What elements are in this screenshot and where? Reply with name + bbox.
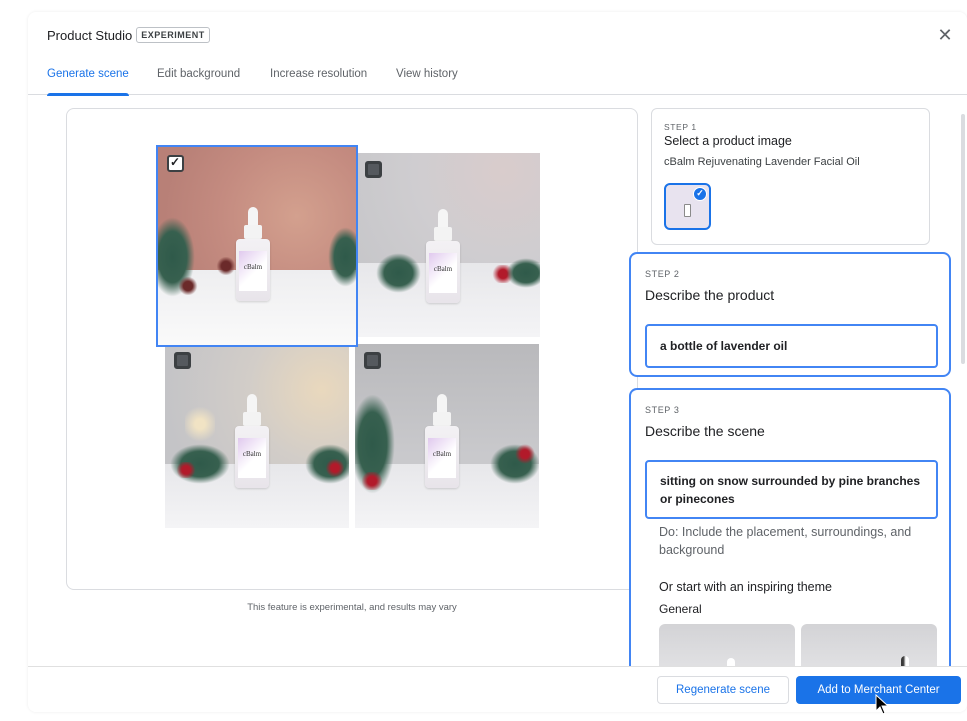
experiment-badge: EXPERIMENT: [136, 27, 210, 43]
scene-hint: Do: Include the placement, surroundings,…: [659, 525, 912, 557]
product-bottle: cBalm: [426, 241, 460, 303]
product-bottle: cBalm: [235, 426, 269, 488]
step-1-title: Select a product image: [664, 134, 792, 148]
red-ribbon: [175, 462, 197, 478]
step-1-number: STEP 1: [664, 122, 697, 132]
pinecone: [216, 257, 236, 275]
pinecone: [178, 277, 198, 295]
step-2-title: Describe the product: [645, 287, 775, 303]
bottle-neck: [434, 227, 452, 241]
scene-image-3[interactable]: cBalm: [165, 344, 349, 528]
dialog-title: Product Studio: [47, 27, 133, 43]
bottle-cap: [247, 394, 257, 414]
step-3-card: STEP 3 Describe the scene sitting on sno…: [629, 388, 951, 688]
bottle-cap: [437, 394, 447, 414]
regenerate-scene-button[interactable]: Regenerate scene: [657, 676, 789, 704]
select-checkbox-3[interactable]: [174, 352, 191, 369]
step-2-card: STEP 2 Describe the product a bottle of …: [629, 252, 951, 377]
product-description-input[interactable]: a bottle of lavender oil: [645, 324, 938, 368]
pine-tree: [328, 227, 356, 287]
scene-image-4[interactable]: cBalm: [355, 344, 539, 528]
close-icon[interactable]: ✕: [936, 26, 954, 44]
preview-panel: cBalm cBalm: [66, 108, 638, 590]
step-2-number: STEP 2: [645, 269, 680, 279]
step-3-number: STEP 3: [645, 405, 680, 415]
tab-increase-resolution[interactable]: Increase resolution: [270, 68, 367, 95]
product-bottle: cBalm: [425, 426, 459, 488]
product-thumbnail[interactable]: ✓: [664, 183, 711, 230]
select-checkbox-1[interactable]: [167, 155, 184, 172]
candle-light: [185, 404, 215, 444]
tab-generate-scene[interactable]: Generate scene: [47, 68, 129, 96]
bottle-cap: [438, 209, 448, 229]
scene-image-2[interactable]: cBalm: [356, 153, 540, 337]
pine-branch: [506, 258, 540, 288]
red-berries: [360, 472, 384, 490]
red-ribbon: [325, 459, 345, 477]
tab-view-history[interactable]: View history: [396, 68, 458, 95]
bottle-label: cBalm: [238, 438, 266, 478]
dialog-footer: Regenerate scene Add to Merchant Center: [28, 666, 967, 712]
scene-description-input[interactable]: sitting on snow surrounded by pine branc…: [645, 460, 938, 519]
bottle-neck: [243, 412, 261, 426]
bottle-label: cBalm: [429, 253, 457, 293]
bottle-label: cBalm: [239, 251, 267, 291]
step-1-card: STEP 1 Select a product image cBalm Reju…: [651, 108, 930, 245]
side-panel-scrollbar[interactable]: [961, 114, 965, 364]
bottle-icon: [684, 204, 691, 217]
experimental-disclaimer: This feature is experimental, and result…: [247, 602, 457, 613]
dialog-header: Product Studio EXPERIMENT: [47, 27, 210, 43]
bottle-cap: [248, 207, 258, 227]
product-studio-dialog: Product Studio EXPERIMENT ✕ Generate sce…: [28, 12, 967, 712]
theme-category-label: General: [659, 602, 702, 616]
mouse-cursor-icon: [875, 694, 890, 715]
pine-branch: [376, 253, 421, 293]
select-checkbox-2[interactable]: [365, 161, 382, 178]
product-name: cBalm Rejuvenating Lavender Facial Oil: [664, 156, 860, 168]
scene-image-1[interactable]: cBalm: [156, 145, 358, 347]
tab-edit-background[interactable]: Edit background: [157, 68, 240, 95]
bottle-neck: [244, 225, 262, 239]
product-bottle: cBalm: [236, 239, 270, 301]
step-3-title: Describe the scene: [645, 423, 765, 439]
bottle-neck: [433, 412, 451, 426]
tab-bar: Generate scene Edit background Increase …: [28, 64, 967, 96]
check-circle-icon: ✓: [693, 187, 707, 201]
bottle-label: cBalm: [428, 438, 456, 478]
theme-section-title: Or start with an inspiring theme: [659, 580, 832, 594]
red-berries: [515, 444, 535, 464]
select-checkbox-4[interactable]: [364, 352, 381, 369]
